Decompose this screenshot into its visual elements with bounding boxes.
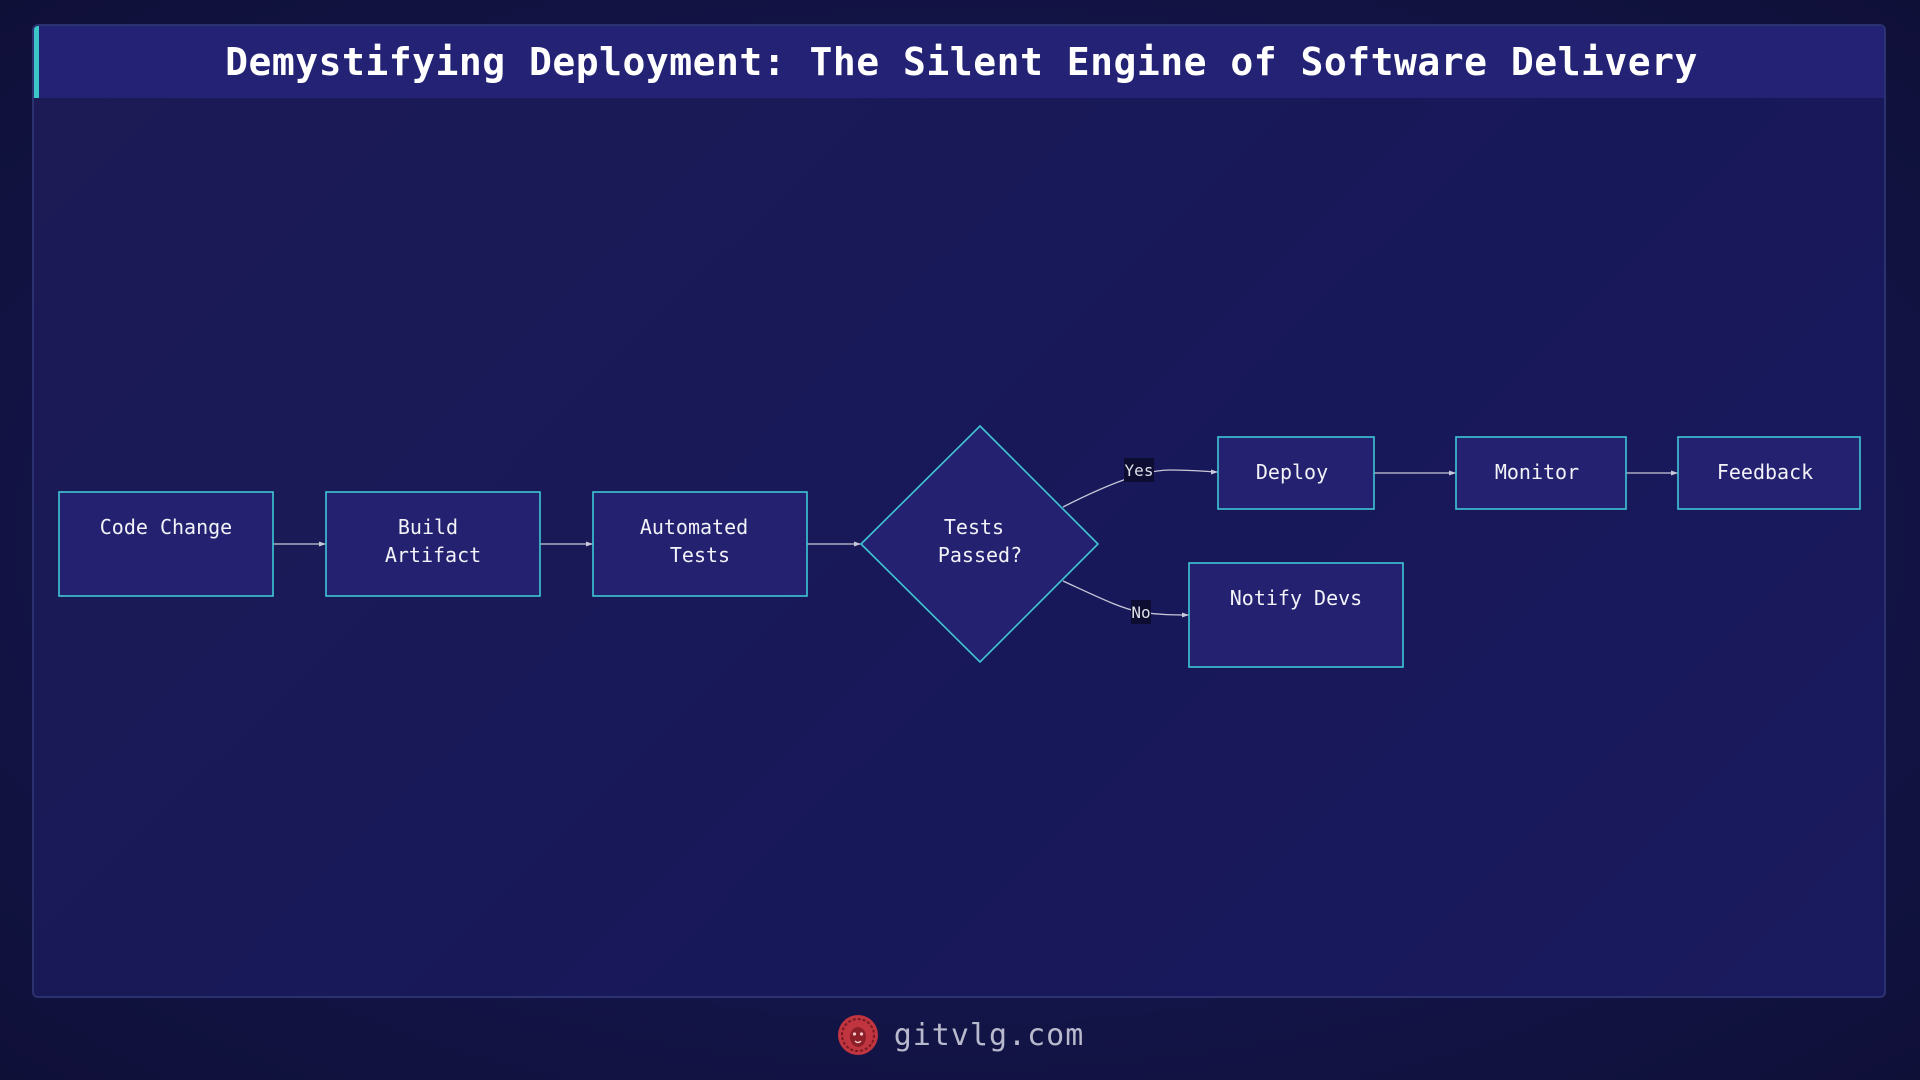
edge-no-to-notify — [1062, 580, 1190, 618]
svg-text:Deploy: Deploy — [1256, 460, 1328, 484]
svg-text:Notify Devs: Notify Devs — [1230, 586, 1362, 610]
svg-text:Feedback: Feedback — [1717, 460, 1813, 484]
page: Demystifying Deployment: The Silent Engi… — [0, 0, 1920, 1080]
node-deploy[interactable]: Deploy — [1217, 436, 1375, 510]
svg-text:Yes: Yes — [1125, 461, 1154, 480]
svg-text:Build: Build — [398, 515, 458, 539]
svg-text:Monitor: Monitor — [1495, 460, 1579, 484]
edge-label-no: No — [1131, 600, 1151, 624]
node-code-change[interactable]: Code Change — [58, 491, 274, 597]
node-monitor[interactable]: Monitor — [1455, 436, 1627, 510]
svg-text:Automated: Automated — [640, 515, 748, 539]
flowchart: Yes No Code Change Build Artifact Automa… — [58, 424, 1861, 668]
svg-text:Tests: Tests — [944, 515, 1004, 539]
svg-text:Artifact: Artifact — [385, 543, 481, 567]
lion-head-icon[interactable] — [836, 1013, 880, 1057]
node-feedback[interactable]: Feedback — [1677, 436, 1861, 510]
svg-text:Code Change: Code Change — [100, 515, 232, 539]
node-build-artifact[interactable]: Build Artifact — [325, 491, 541, 597]
node-tests-passed-decision[interactable]: Tests Passed? — [859, 424, 1100, 664]
svg-text:No: No — [1131, 603, 1150, 622]
footer: gitvlg.com — [0, 1012, 1920, 1058]
edge-label-yes: Yes — [1124, 458, 1154, 482]
node-automated-tests[interactable]: Automated Tests — [592, 491, 808, 597]
svg-text:Tests: Tests — [670, 543, 730, 567]
svg-text:Passed?: Passed? — [938, 543, 1022, 567]
node-notify-devs[interactable]: Notify Devs — [1188, 562, 1404, 668]
footer-site-link[interactable]: gitvlg.com — [894, 1018, 1085, 1053]
